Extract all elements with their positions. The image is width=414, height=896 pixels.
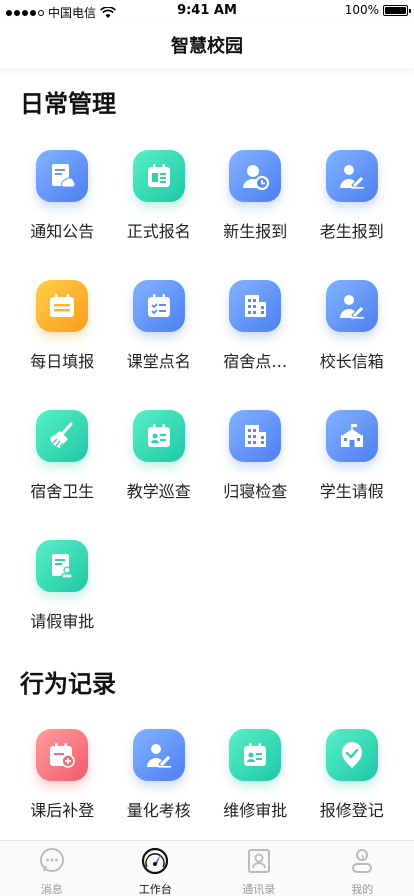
menu-item-label: 课堂点名: [126, 352, 191, 371]
registration-form-icon: [132, 150, 185, 202]
menu-item-label: 通知公告: [30, 222, 95, 241]
school-icon: [325, 410, 378, 462]
status-right: 100%: [344, 3, 411, 17]
menu-item-school[interactable]: 学生请假: [304, 398, 401, 528]
menu-item-label: 报修登记: [319, 801, 384, 820]
tab-contacts[interactable]: 通讯录: [207, 841, 311, 896]
menu-item-repair-register[interactable]: 报修登记: [304, 717, 401, 847]
nav-bar: 智慧校园: [0, 22, 414, 68]
assessment-icon: [132, 729, 185, 781]
menu-item-label: 校长信箱: [319, 352, 384, 371]
menu-item-returning-student[interactable]: 老生报到: [304, 138, 401, 268]
section-title-behavior: 行为记录: [20, 670, 116, 698]
menu-item-label: 每日填报: [30, 352, 95, 371]
message-icon: [38, 847, 66, 879]
menu-item-label: 请假审批: [30, 612, 95, 631]
building-check-icon: [229, 410, 282, 462]
tab-label: 工作台: [138, 883, 172, 896]
tab-bar: 消息 工作台 通讯录 我的: [0, 840, 414, 896]
profile-icon: [348, 847, 376, 879]
menu-item-label: 宿舍点…: [223, 352, 288, 371]
menu-item-label: 宿舍卫生: [30, 482, 95, 501]
status-bar: 中国电信 9:41 AM 100%: [0, 0, 414, 22]
roll-call-icon: [132, 280, 185, 332]
calendar-add-icon: [36, 729, 89, 781]
page-title: 智慧校园: [171, 36, 243, 57]
menu-item-label: 教学巡查: [126, 482, 191, 501]
menu-item-assessment[interactable]: 量化考核: [111, 717, 208, 847]
menu-item-label: 量化考核: [126, 801, 191, 820]
menu-item-label: 老生报到: [319, 222, 384, 241]
menu-item-broom[interactable]: 宿舍卫生: [14, 398, 111, 528]
contacts-icon: [245, 847, 273, 879]
dorm-building-icon: [229, 280, 282, 332]
repair-register-icon: [325, 729, 378, 781]
battery-icon: [383, 4, 411, 16]
menu-item-label: 课后补登: [30, 801, 95, 820]
tab-label: 通讯录: [242, 883, 276, 896]
new-student-icon: [229, 150, 282, 202]
menu-item-label: 维修审批: [223, 801, 288, 820]
menu-item-label: 学生请假: [319, 482, 384, 501]
menu-item-inspection[interactable]: 教学巡查: [111, 398, 208, 528]
inspection-icon: [132, 410, 185, 462]
menu-item-repair-approval[interactable]: 维修审批: [207, 717, 304, 847]
tab-dashboard[interactable]: 工作台: [104, 841, 208, 896]
broom-icon: [36, 410, 89, 462]
menu-item-label: 正式报名: [126, 222, 191, 241]
approval-icon: [36, 540, 89, 592]
tab-profile[interactable]: 我的: [311, 841, 414, 896]
dashboard-icon: [141, 847, 169, 879]
menu-item-label: 归寝检查: [223, 482, 288, 501]
menu-item-notice[interactable]: 通知公告: [14, 138, 111, 268]
menu-item-registration-form[interactable]: 正式报名: [111, 138, 208, 268]
tab-message[interactable]: 消息: [0, 841, 104, 896]
menu-item-dorm-building[interactable]: 宿舍点…: [207, 268, 304, 398]
menu-item-label: 新生报到: [223, 222, 288, 241]
daily-grid: 通知公告 正式报名 新生报到 老生报到每日填报 课堂点名 宿舍点… 校长信箱宿舍卫生 教学巡查…: [14, 138, 400, 658]
menu-item-calendar[interactable]: 每日填报: [14, 268, 111, 398]
behavior-grid: 课后补登 量化考核 维修审批 报修登记: [14, 717, 400, 847]
menu-item-building-check[interactable]: 归寝检查: [207, 398, 304, 528]
calendar-icon: [36, 280, 89, 332]
returning-student-icon: [325, 150, 378, 202]
menu-item-calendar-add[interactable]: 课后补登: [14, 717, 111, 847]
mailbox-icon: [325, 280, 378, 332]
section-title-daily: 日常管理: [20, 90, 116, 118]
menu-item-new-student[interactable]: 新生报到: [207, 138, 304, 268]
repair-approval-icon: [229, 729, 282, 781]
tab-label: 消息: [40, 883, 63, 896]
menu-item-roll-call[interactable]: 课堂点名: [111, 268, 208, 398]
menu-item-mailbox[interactable]: 校长信箱: [304, 268, 401, 398]
tab-label: 我的: [351, 883, 374, 896]
menu-item-approval[interactable]: 请假审批: [14, 528, 111, 658]
notice-icon: [36, 150, 89, 202]
battery-percent: 100%: [344, 3, 379, 17]
